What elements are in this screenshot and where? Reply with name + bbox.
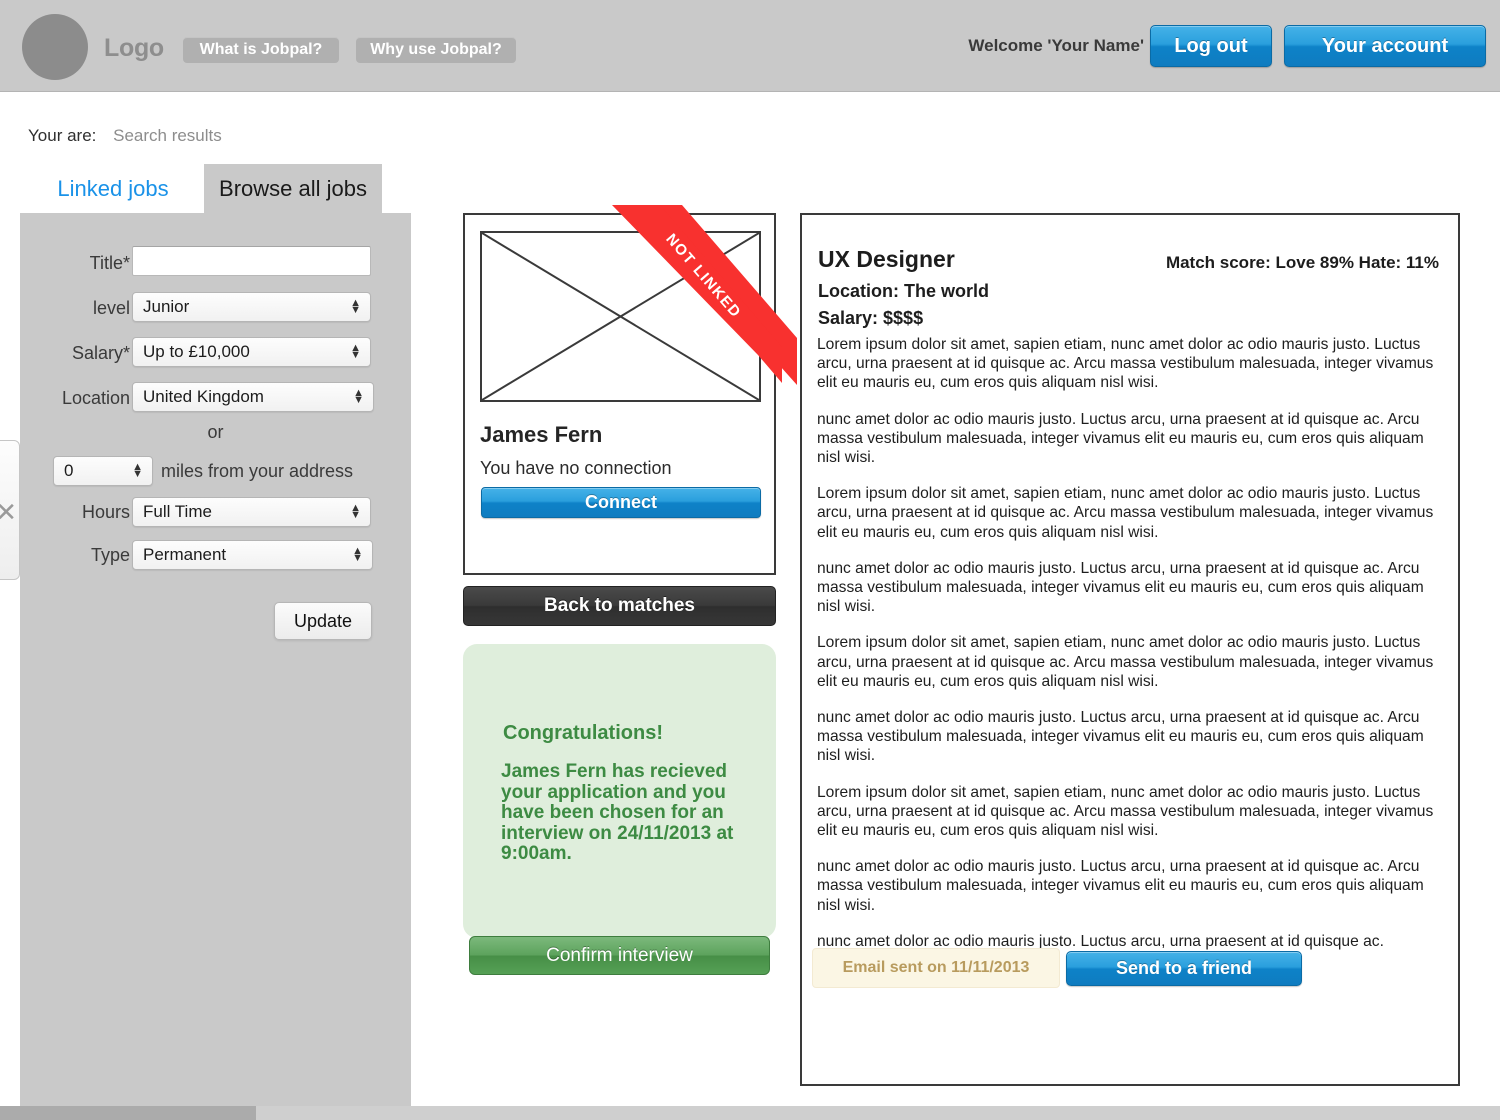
logo-icon xyxy=(22,14,88,80)
location-label: Location xyxy=(61,388,130,408)
chevron-updown-icon: ▲ ▼ xyxy=(350,297,361,316)
job-location: Location: The world xyxy=(818,281,989,301)
job-description-paragraph: nunc amet dolor ac odio mauris justo. Lu… xyxy=(817,858,1424,914)
hours-select[interactable]: Full Time ▲ ▼ xyxy=(132,497,371,527)
nav-why-use-jobpal[interactable]: Why use Jobpal? xyxy=(356,37,516,63)
send-to-a-friend-button[interactable]: Send to a friend xyxy=(1066,951,1302,986)
breadcrumb: Your are: Search results xyxy=(28,126,222,146)
job-description-paragraph: nunc amet dolor ac odio mauris justo. Lu… xyxy=(817,410,1424,467)
hours-value: Full Time xyxy=(143,502,212,521)
search-filter-sidebar: Title* level Junior ▲ ▼ Salary* Up to £10… xyxy=(20,213,411,1113)
congratulations-panel: Congratulations! James Fern has recieved… xyxy=(463,644,776,938)
or-separator-label: or xyxy=(207,422,224,442)
salary-label: Salary* xyxy=(71,343,130,363)
job-description-paragraph: Lorem ipsum dolor sit amet, sapien etiam… xyxy=(817,336,1434,392)
miles-value: 0 xyxy=(64,461,74,480)
job-description-paragraph: nunc amet dolor ac odio mauris justo. Lu… xyxy=(817,559,1424,616)
person-card: James Fern You have no connection Connec… xyxy=(463,213,776,575)
logo-text: Logo xyxy=(104,34,164,62)
type-label: Type xyxy=(90,545,130,565)
person-name: James Fern xyxy=(480,422,603,447)
chevron-updown-icon: ▲ ▼ xyxy=(350,342,361,361)
person-photo-placeholder-icon xyxy=(480,231,761,402)
confirm-interview-button[interactable]: Confirm interview xyxy=(469,936,770,975)
log-out-button[interactable]: Log out xyxy=(1150,25,1272,67)
job-description: Lorem ipsum dolor sit amet, sapien etiam… xyxy=(817,335,1445,968)
close-icon[interactable]: ✕ xyxy=(0,497,17,528)
update-button[interactable]: Update xyxy=(274,602,372,640)
page-root: Logo What is Jobpal? Why use Jobpal? Wel… xyxy=(0,0,1500,1120)
hours-label: Hours xyxy=(81,502,130,522)
congratulations-body: James Fern has recieved your application… xyxy=(501,761,734,864)
nav-what-is-jobpal[interactable]: What is Jobpal? xyxy=(183,37,339,63)
breadcrumb-label: Your are: xyxy=(28,126,97,145)
edge-panel-handle[interactable]: ✕ xyxy=(0,440,20,580)
miles-select[interactable]: 0 ▲ ▼ xyxy=(53,456,153,486)
tab-linked-jobs[interactable]: Linked jobs xyxy=(20,166,206,212)
location-select[interactable]: United Kingdom ▲ ▼ xyxy=(132,382,374,412)
job-description-paragraph: Lorem ipsum dolor sit amet, sapien etiam… xyxy=(817,485,1434,541)
match-score: Match score: Love 89% Hate: 11% xyxy=(1165,253,1439,272)
person-connection-status: You have no connection xyxy=(480,458,672,478)
chevron-updown-icon: ▲ ▼ xyxy=(132,461,143,480)
connect-button[interactable]: Connect xyxy=(481,487,761,518)
job-title: UX Designer xyxy=(818,246,955,272)
congratulations-title: Congratulations! xyxy=(503,722,663,744)
job-description-paragraph: Lorem ipsum dolor sit amet, sapien etiam… xyxy=(817,783,1434,840)
your-account-button[interactable]: Your account xyxy=(1284,25,1486,67)
job-description-paragraph: Lorem ipsum dolor sit amet, sapien etiam… xyxy=(817,634,1434,690)
salary-select[interactable]: Up to £10,000 ▲ ▼ xyxy=(132,337,371,367)
tab-browse-all-jobs[interactable]: Browse all jobs xyxy=(204,164,382,214)
welcome-message: Welcome 'Your Name' xyxy=(968,36,1144,55)
level-select[interactable]: Junior ▲ ▼ xyxy=(132,292,371,322)
salary-value: Up to £10,000 xyxy=(143,342,250,361)
email-sent-note: Email sent on 11/11/2013 xyxy=(812,948,1060,988)
job-salary: Salary: $$$$ xyxy=(818,308,924,328)
back-to-matches-button[interactable]: Back to matches xyxy=(463,586,776,626)
breadcrumb-current: Search results xyxy=(113,126,222,145)
type-select[interactable]: Permanent ▲ ▼ xyxy=(132,540,373,570)
miles-suffix-label: miles from your address xyxy=(161,461,354,481)
chevron-updown-icon: ▲ ▼ xyxy=(352,545,363,564)
title-label: Title* xyxy=(89,253,130,273)
job-description-paragraph: nunc amet dolor ac odio mauris justo. Lu… xyxy=(817,709,1424,765)
site-header: Logo What is Jobpal? Why use Jobpal? Wel… xyxy=(0,0,1500,92)
horizontal-scrollbar-thumb[interactable] xyxy=(0,1106,256,1120)
type-value: Permanent xyxy=(143,545,227,564)
level-value: Junior xyxy=(143,297,190,316)
chevron-updown-icon: ▲ ▼ xyxy=(353,387,364,406)
chevron-updown-icon: ▲ ▼ xyxy=(350,502,361,521)
title-input[interactable] xyxy=(132,246,371,276)
level-label: level xyxy=(92,298,130,318)
location-value: United Kingdom xyxy=(143,387,264,406)
